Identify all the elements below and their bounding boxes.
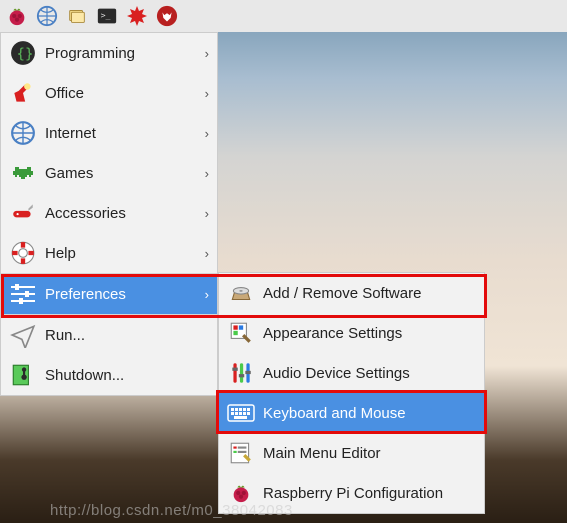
menu-item-label: Internet [45, 125, 205, 142]
svg-text:>_: >_ [101, 10, 111, 20]
keyboard-icon [227, 399, 255, 427]
menu-item-label: Office [45, 85, 205, 102]
burst-taskbar-icon[interactable] [124, 3, 150, 29]
menu-item-label: Programming [45, 45, 205, 62]
menu-item-office[interactable]: Office › [1, 73, 217, 113]
submenu-item-add-remove-software[interactable]: Add / Remove Software [219, 273, 484, 313]
submenu-item-appearance-settings[interactable]: Appearance Settings [219, 313, 484, 353]
files-taskbar-icon[interactable] [64, 3, 90, 29]
globe-icon [9, 119, 37, 147]
menu-item-label: Shutdown... [45, 367, 209, 384]
menu-item-preferences[interactable]: Preferences › [1, 274, 217, 314]
audio-sliders-icon [227, 359, 255, 387]
menu-item-accessories[interactable]: Accessories › [1, 193, 217, 233]
lifebuoy-icon [9, 239, 37, 267]
swissknife-icon [9, 199, 37, 227]
submenu-item-keyboard-mouse[interactable]: Keyboard and Mouse [219, 393, 484, 433]
menu-item-internet[interactable]: Internet › [1, 113, 217, 153]
menu-item-games[interactable]: Games › [1, 153, 217, 193]
chevron-right-icon: › [205, 246, 209, 261]
menu-item-label: Accessories [45, 205, 205, 222]
chevron-right-icon: › [205, 206, 209, 221]
submenu-item-label: Add / Remove Software [263, 285, 476, 302]
browser-taskbar-icon[interactable] [34, 3, 60, 29]
submenu-item-label: Keyboard and Mouse [263, 405, 476, 422]
menu-item-label: Help [45, 245, 205, 262]
submenu-item-label: Raspberry Pi Configuration [263, 485, 476, 502]
terminal-taskbar-icon[interactable]: >_ [94, 3, 120, 29]
palette-icon [227, 319, 255, 347]
submenu-item-label: Main Menu Editor [263, 445, 476, 462]
menu-item-run[interactable]: Run... [1, 315, 217, 355]
chevron-right-icon: › [205, 126, 209, 141]
raspberry-menu-icon[interactable] [4, 3, 30, 29]
editor-icon [227, 439, 255, 467]
chevron-right-icon: › [205, 166, 209, 181]
chevron-right-icon: › [205, 86, 209, 101]
taskbar: >_ [0, 0, 567, 32]
submenu-item-label: Appearance Settings [263, 325, 476, 342]
submenu-item-label: Audio Device Settings [263, 365, 476, 382]
paperplane-icon [9, 321, 37, 349]
disc-icon [227, 279, 255, 307]
invader-icon [9, 159, 37, 187]
chevron-right-icon: › [205, 287, 209, 302]
application-menu: {} Programming › Office › Internet › Gam… [0, 32, 218, 396]
exit-icon [9, 361, 37, 389]
braces-icon: {} [9, 39, 37, 67]
menu-item-programming[interactable]: {} Programming › [1, 33, 217, 73]
preferences-submenu: Add / Remove Software Appearance Setting… [218, 272, 485, 514]
lamp-icon [9, 79, 37, 107]
chevron-right-icon: › [205, 46, 209, 61]
submenu-item-audio-device-settings[interactable]: Audio Device Settings [219, 353, 484, 393]
watermark-text: http://blog.csdn.net/m0_38042083 [50, 502, 293, 519]
menu-item-help[interactable]: Help › [1, 233, 217, 273]
sliders-icon [9, 280, 37, 308]
submenu-item-main-menu-editor[interactable]: Main Menu Editor [219, 433, 484, 473]
menu-item-label: Preferences [45, 286, 205, 303]
menu-item-label: Run... [45, 327, 209, 344]
svg-text:{}: {} [17, 46, 34, 62]
wolf-taskbar-icon[interactable] [154, 3, 180, 29]
menu-item-label: Games [45, 165, 205, 182]
menu-item-shutdown[interactable]: Shutdown... [1, 355, 217, 395]
